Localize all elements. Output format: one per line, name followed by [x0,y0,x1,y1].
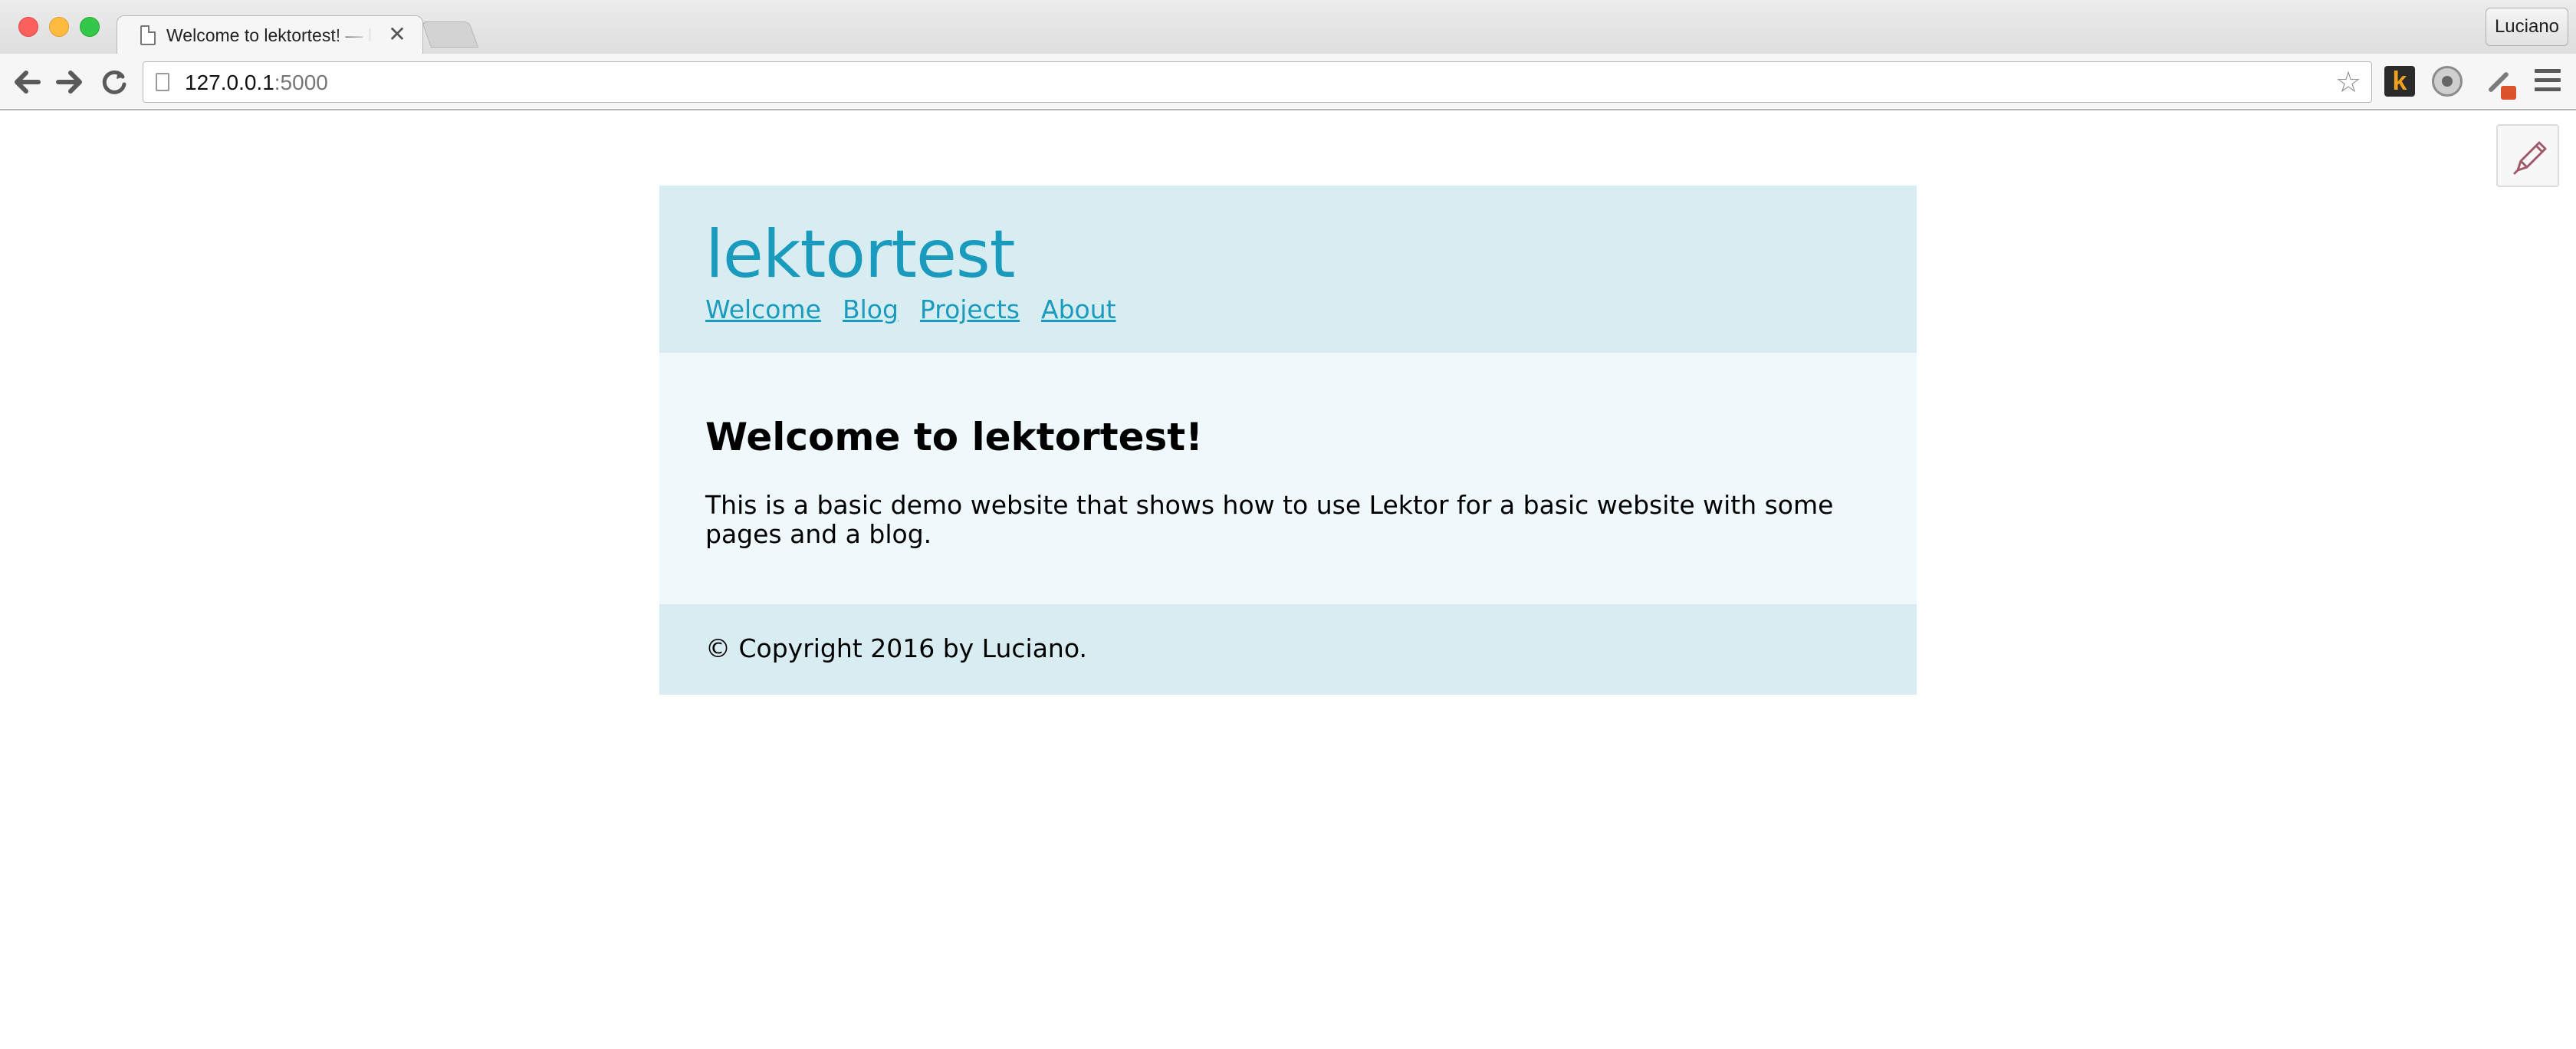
nav-link-welcome[interactable]: Welcome [705,293,821,327]
new-tab-button[interactable] [421,21,479,48]
bookmark-star-icon[interactable]: ☆ [2333,67,2364,97]
tab-title: Welcome to lektortest! — lektortest [166,25,373,45]
eyedropper-extension-icon[interactable] [2482,66,2516,100]
lektor-extension-icon[interactable]: k [2384,66,2415,97]
extension-badge [2501,86,2516,100]
chrome-menu-icon[interactable] [2535,69,2561,92]
page-paragraph: This is a basic demo website that shows … [705,490,1834,549]
site-main: Welcome to lektortest! This is a basic d… [659,353,1917,604]
browser-toolbar: 127.0.0.1:5000 ☆ k [0,54,2576,110]
url-host: 127.0.0.1 [185,71,274,94]
nav-link-about[interactable]: About [1041,293,1116,327]
address-url[interactable]: 127.0.0.1:5000 [185,70,328,96]
back-arrow-icon[interactable] [11,66,43,98]
forward-arrow-icon[interactable] [54,66,86,98]
window-titlebar: Welcome to lektortest! — lektortest ✕ Lu… [0,0,2576,54]
minimize-window-button[interactable] [49,17,69,37]
page-icon [140,25,156,45]
pencil-icon [2513,141,2547,175]
film-reel-extension-icon[interactable] [2432,66,2463,97]
tab-close-icon[interactable]: ✕ [386,22,409,47]
url-port: :5000 [274,71,328,94]
profile-button[interactable]: Luciano [2486,8,2568,46]
site-footer: © Copyright 2016 by Luciano. [659,604,1917,695]
address-bar[interactable]: 127.0.0.1:5000 ☆ [143,61,2372,103]
site-nav: Welcome Blog Projects About [705,293,1138,327]
nav-link-projects[interactable]: Projects [920,293,1020,327]
page-icon [156,73,169,91]
site-header: lektortest Welcome Blog Projects About [659,186,1917,353]
nav-link-blog[interactable]: Blog [843,293,899,327]
maximize-window-button[interactable] [80,17,100,37]
site-title[interactable]: lektortest [705,216,1015,293]
footer-copyright: © Copyright 2016 by Luciano. [705,633,1087,663]
edit-page-button[interactable] [2496,124,2559,187]
page-heading: Welcome to lektortest! [705,415,1203,459]
browser-tab-active[interactable]: Welcome to lektortest! — lektortest ✕ [117,15,423,54]
close-window-button[interactable] [18,17,38,37]
site-container: lektortest Welcome Blog Projects About W… [659,186,1917,695]
reload-icon[interactable] [98,66,130,98]
